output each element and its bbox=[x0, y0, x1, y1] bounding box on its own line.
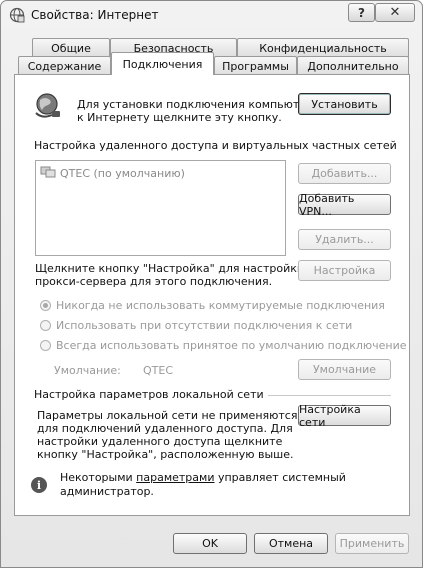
radio-button[interactable] bbox=[40, 340, 51, 351]
lan-text-line1: Параметры локальной сети не применяются bbox=[37, 409, 298, 422]
connections-panel: Для установки подключения компьютера к И… bbox=[14, 74, 410, 516]
tab-programs[interactable]: Программы bbox=[214, 56, 297, 75]
lan-settings-button[interactable]: Настройка сети bbox=[298, 403, 391, 429]
close-button[interactable]: ✕ bbox=[375, 3, 415, 22]
set-default-button[interactable]: Умолчание bbox=[298, 359, 391, 380]
settings-link[interactable]: параметрами bbox=[136, 471, 214, 484]
add-connection-button[interactable]: Добавить... bbox=[298, 163, 391, 184]
proxy-settings-text-line2: прокси-сервера для этого подключения. bbox=[35, 275, 273, 288]
tab-general[interactable]: Общие bbox=[32, 38, 110, 57]
list-item[interactable]: QTEC (по умолчанию) bbox=[40, 165, 185, 182]
globe-network-icon bbox=[33, 91, 61, 119]
lan-section-title: Настройка параметров локальной сети bbox=[34, 388, 268, 401]
tab-connections[interactable]: Подключения bbox=[111, 52, 214, 75]
dialup-section-title: Настройка удаленного доступа и виртуальн… bbox=[34, 139, 401, 152]
internet-options-icon bbox=[9, 7, 25, 23]
radio-dial-when-no-network[interactable]: Использовать при отсутствии подключения … bbox=[40, 319, 352, 332]
radio-label: Использовать при отсутствии подключения … bbox=[56, 319, 353, 332]
dialup-connection-icon bbox=[40, 165, 56, 182]
radio-always-dial-default[interactable]: Всегда использовать принятое по умолчани… bbox=[40, 339, 407, 352]
connections-list[interactable]: QTEC (по умолчанию) bbox=[35, 160, 286, 256]
title-bar: Свойства: Интернет ? ✕ bbox=[1, 1, 422, 29]
setup-description-line1: Для установки подключения компьютера bbox=[77, 98, 320, 111]
lan-text-line2: для подключений удаленного доступа. Для bbox=[37, 422, 293, 435]
lan-text-line3: настройки удаленного доступа щелкните bbox=[37, 435, 283, 448]
tab-content[interactable]: Содержание bbox=[18, 56, 111, 75]
default-connection-label: Умолчание: bbox=[54, 364, 121, 377]
info-icon: i bbox=[31, 477, 47, 493]
notice-text: управляет системный bbox=[214, 471, 346, 484]
ok-button[interactable]: OK bbox=[173, 533, 247, 554]
lan-text-line4: кнопку "Настройка", расположенную выше. bbox=[37, 448, 294, 461]
dialup-settings-button[interactable]: Настройка bbox=[298, 260, 391, 281]
tab-privacy[interactable]: Конфиденциальность bbox=[237, 38, 409, 57]
window-title: Свойства: Интернет bbox=[31, 8, 159, 22]
connection-name: QTEC (по умолчанию) bbox=[60, 167, 185, 180]
apply-button[interactable]: Применить bbox=[335, 533, 409, 554]
help-button[interactable]: ? bbox=[348, 3, 375, 22]
radio-button[interactable] bbox=[40, 300, 51, 311]
add-vpn-button[interactable]: Добавить VPN... bbox=[298, 192, 391, 218]
admin-notice-line1: Некоторыми параметрами управляет системн… bbox=[60, 471, 346, 484]
admin-notice-line2: администратор. bbox=[60, 485, 154, 498]
proxy-settings-text-line1: Щелкните кнопку "Настройка" для настройк… bbox=[35, 262, 305, 275]
internet-properties-window: Свойства: Интернет ? ✕ Общие Безопасност… bbox=[0, 0, 423, 568]
setup-button[interactable]: Установить bbox=[298, 93, 391, 115]
radio-label: Всегда использовать принятое по умолчани… bbox=[56, 339, 407, 352]
radio-never-dial[interactable]: Никогда не использовать коммутируемые по… bbox=[40, 299, 385, 312]
remove-connection-button[interactable]: Удалить... bbox=[298, 229, 391, 250]
tab-advanced[interactable]: Дополнительно bbox=[297, 56, 409, 75]
cancel-button[interactable]: Отмена bbox=[254, 533, 328, 554]
radio-button[interactable] bbox=[40, 320, 51, 331]
radio-label: Никогда не использовать коммутируемые по… bbox=[56, 299, 385, 312]
notice-text: Некоторыми bbox=[60, 471, 137, 484]
setup-description-line2: к Интернету щелкните эту кнопку. bbox=[77, 111, 282, 124]
default-connection-value: QTEC bbox=[143, 364, 174, 377]
